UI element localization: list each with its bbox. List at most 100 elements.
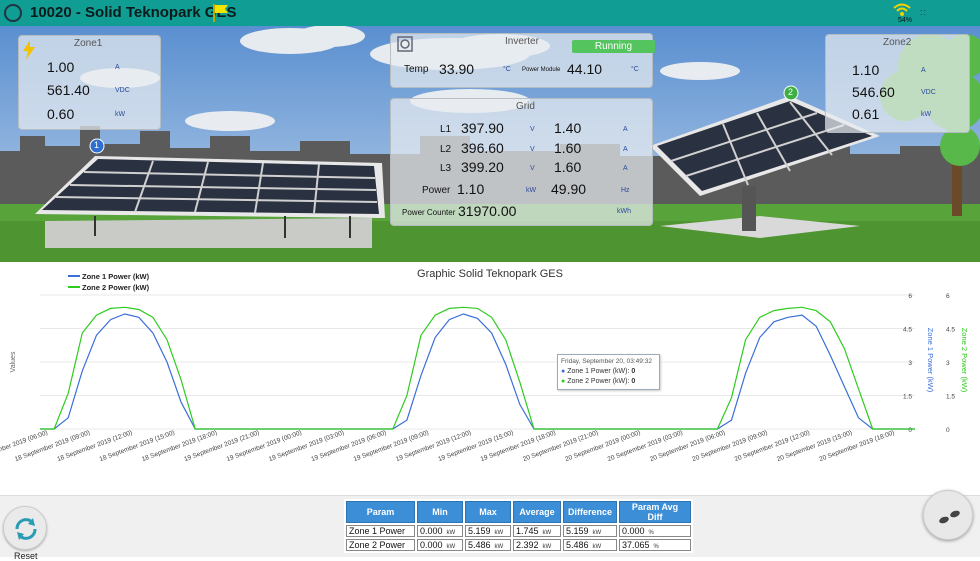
power-chart-svg[interactable]: Graphic Solid Teknopark GES Zone 1 Power…	[0, 262, 980, 495]
x-tick-label: 19 September 2019 (03:00)	[268, 429, 345, 463]
cell-average-value: 1.745	[516, 526, 539, 536]
chart-y1label: Zone 1 Power (kW)	[926, 328, 935, 393]
x-tick-label: 19 September 2019 (15:00)	[437, 429, 514, 463]
grid-l1-label: L1	[440, 124, 452, 135]
x-tick-label: 20 September 2019 (06:00)	[649, 429, 726, 463]
reset-button[interactable]	[3, 506, 47, 550]
zone2-voltage-unit: VDC	[921, 89, 936, 96]
cell-max-value: 5.486	[468, 540, 491, 550]
grid-panel[interactable]: Grid L1 397.90 V 1.40 A L2 396.60 V 1.60…	[390, 98, 653, 226]
tooltip-dot-zone2: ●	[561, 378, 566, 385]
y2-tick-label: 1.5	[946, 394, 955, 401]
tooltip-row-zone1: ● Zone 1 Power (kW): 0	[561, 368, 635, 375]
y1-tick-label: 3	[908, 360, 912, 367]
chart-legend[interactable]: Zone 1 Power (kW) Zone 2 Power (kW)	[68, 272, 150, 292]
bottom-bar: Reset Param Min Max Average Difference P…	[0, 490, 980, 561]
grid-l1-voltage: 397.90	[461, 120, 504, 136]
cell-unit: kW	[592, 530, 602, 536]
cell-unit: %	[653, 544, 659, 550]
chart-ylabel: Values	[10, 351, 17, 372]
inverter-temp-unit: °C	[503, 66, 511, 73]
zone2-marker[interactable]: 2	[788, 87, 793, 97]
zone1-title: Zone1	[74, 38, 103, 49]
chart-tooltip: Friday, September 20, 03:49:32 ● Zone 1 …	[557, 354, 660, 390]
zone1-power-unit: kW	[115, 111, 126, 118]
grid-counter: 31970.00	[458, 203, 517, 219]
tooltip-row-zone2: ● Zone 2 Power (kW): 0	[561, 378, 635, 385]
col-min: Min	[417, 501, 463, 523]
tooltip-label-zone1: Zone 1 Power (kW):	[567, 368, 630, 375]
cell-difference-value: 5.486	[566, 540, 589, 550]
x-tick-label: 20 September 2019 (00:00)	[564, 429, 641, 463]
grid-counter-label: Power Counter	[402, 208, 456, 217]
col-average: Average	[513, 501, 561, 523]
x-tick-label: 18 September 2019 (18:00)	[141, 429, 218, 463]
cell-unit: kW	[592, 544, 602, 550]
inverter-temp-label: Temp	[404, 64, 429, 75]
zone1-marker[interactable]: 1	[94, 140, 99, 150]
zone1-current-unit: A	[115, 64, 120, 71]
zone2-power-unit: kW	[921, 111, 932, 118]
grid-l1-current-unit: A	[623, 126, 628, 133]
flag-icon[interactable]	[212, 3, 230, 23]
y2-tick-label: 3	[946, 360, 950, 367]
legend-zone1-label[interactable]: Zone 1 Power (kW)	[82, 272, 150, 281]
table-row: Zone 1 Power 0.000 kW 5.159 kW 1.745 kW 5.1…	[346, 525, 692, 537]
grid-frequency-unit: Hz	[621, 187, 630, 194]
col-difference: Difference	[563, 501, 618, 523]
cell-difference: 5.159 kW	[563, 525, 618, 537]
cell-unit: kW	[446, 530, 456, 536]
menu-dots-icon[interactable]: ::	[920, 7, 927, 17]
inverter-temp: 33.90	[439, 61, 475, 77]
grid-counter-unit: kWh	[617, 208, 631, 215]
power-chart[interactable]: Graphic Solid Teknopark GES Zone 1 Power…	[0, 262, 980, 495]
tooltip-value-zone1: 0	[631, 368, 636, 375]
zone2-power: 0.61	[852, 106, 880, 122]
y1-tick-label: 6	[908, 293, 912, 300]
grid-power: 1.10	[457, 181, 485, 197]
lightning-icon	[23, 40, 35, 60]
cell-max: 5.486 kW	[465, 539, 511, 551]
grid-l2-voltage-unit: V	[530, 146, 535, 153]
grid-l2-voltage: 396.60	[461, 140, 504, 156]
grid-l3-current: 1.60	[554, 159, 582, 175]
cell-unit: kW	[542, 530, 552, 536]
y2-tick-label: 4.5	[946, 327, 955, 334]
table-row: Zone 2 Power 0.000 kW 5.486 kW 2.392 kW 5.4…	[346, 539, 692, 551]
y1-tick-label: 0	[908, 427, 912, 434]
zone1-panel[interactable]: Zone1 1.00 A 561.40 VDC 0.60 kW	[18, 35, 161, 130]
footprints-button[interactable]	[923, 490, 973, 540]
cell-param: Zone 2 Power	[346, 539, 415, 551]
x-tick-label: 19 September 2019 (21:00)	[183, 429, 260, 463]
cell-average-value: 2.392	[516, 540, 539, 550]
y2-tick-label: 6	[946, 293, 950, 300]
refresh-icon	[15, 518, 37, 540]
legend-zone2-label[interactable]: Zone 2 Power (kW)	[82, 283, 150, 292]
page-title: 10020 - Solid Teknopark GES	[30, 4, 237, 21]
x-tick-label: 19 September 2019 (00:00)	[226, 429, 303, 463]
inverter-icon	[397, 36, 413, 52]
col-max: Max	[465, 501, 511, 523]
zone2-panel[interactable]: Zone2 1.10 A 546.60 VDC 0.61 kW	[825, 34, 970, 133]
inverter-panel[interactable]: Inverter Running Temp 33.90 °C Power Mod…	[390, 33, 655, 88]
tooltip-dot-zone1: ●	[561, 368, 566, 375]
app-logo-icon[interactable]	[4, 4, 22, 22]
y2-tick-label: 0	[946, 427, 950, 434]
reset-label: Reset	[14, 551, 38, 561]
cell-unit: %	[648, 530, 654, 536]
inverter-module-unit: °C	[631, 66, 639, 73]
inverter-status-badge: Running	[572, 40, 655, 53]
x-tick-label: 18 September 2019 (15:00)	[99, 429, 176, 463]
x-tick-label: 19 September 2019 (12:00)	[395, 429, 472, 463]
grid-title: Grid	[516, 101, 535, 112]
battery-level: 54%	[898, 17, 913, 24]
x-tick-label: 18 September 2019 (09:00)	[14, 429, 91, 463]
x-tick-label: 19 September 2019 (18:00)	[480, 429, 557, 463]
series-line-zone1	[40, 313, 915, 430]
cell-max: 5.159 kW	[465, 525, 511, 537]
cell-difference-value: 5.159	[566, 526, 589, 536]
grid-l1-current: 1.40	[554, 120, 582, 136]
x-tick-label: 19 September 2019 (06:00)	[310, 429, 387, 463]
zone1-power: 0.60	[47, 106, 75, 122]
x-tick-label: 20 September 2019 (21:00)	[522, 429, 599, 463]
